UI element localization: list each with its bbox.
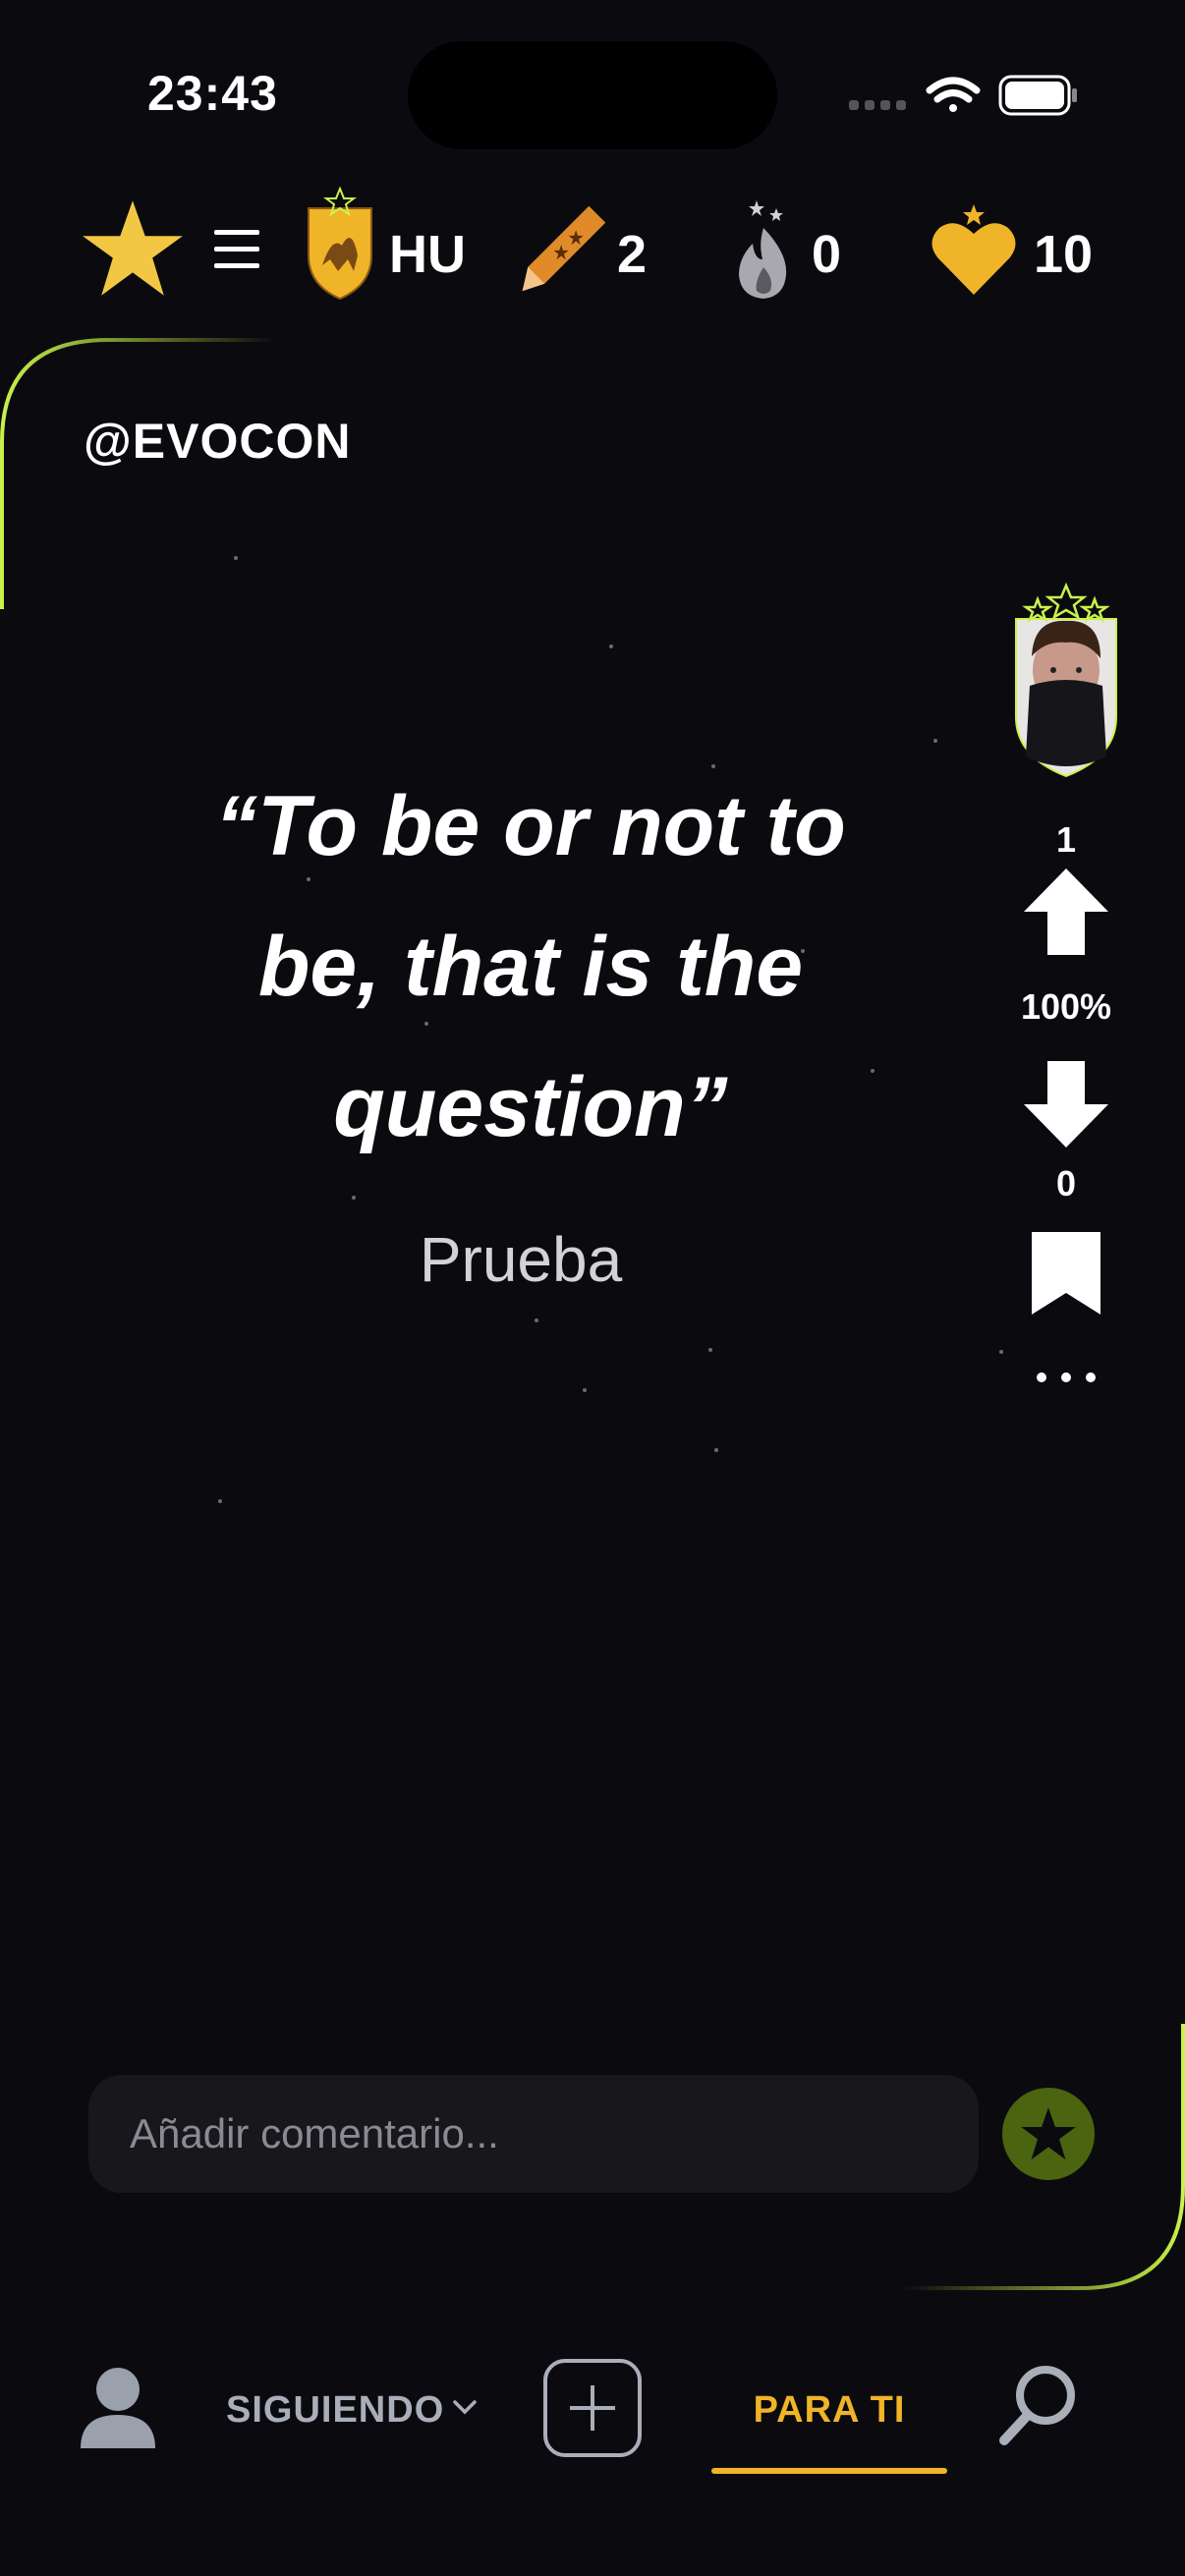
for-you-tab[interactable]: PARA TI	[711, 2389, 947, 2432]
approval-percent: 100%	[1020, 986, 1112, 1027]
profile-icon[interactable]	[79, 2366, 157, 2448]
hearts-count: 10	[1034, 225, 1094, 284]
flame-icon[interactable]	[729, 198, 798, 301]
dynamic-island	[408, 41, 777, 149]
author-handle[interactable]: @EVOCON	[84, 413, 351, 470]
bottom-navigation: SIGUIENDO PARA TI	[0, 2338, 1185, 2576]
post-quote: “To be or not to be, that is the questio…	[215, 779, 846, 1154]
send-star-icon	[1021, 2107, 1076, 2160]
status-icons	[849, 75, 1077, 116]
team-shield-icon[interactable]	[303, 187, 377, 301]
flames-count: 0	[812, 225, 842, 284]
status-time: 23:43	[147, 66, 278, 121]
pencil-icon[interactable]	[517, 202, 609, 295]
post-attribution: Prueba	[419, 1224, 623, 1295]
upvote-count: 1	[1055, 819, 1077, 860]
downvote-count: 0	[1055, 1163, 1077, 1204]
heart-icon[interactable]	[931, 202, 1016, 297]
star-icon[interactable]	[81, 196, 185, 301]
upvote-arrow-icon[interactable]	[1022, 867, 1110, 957]
bookmark-icon[interactable]	[1030, 1230, 1102, 1316]
create-post-icon[interactable]	[542, 2358, 643, 2458]
team-code: HU	[389, 225, 466, 284]
active-tab-indicator	[711, 2468, 947, 2474]
search-icon[interactable]	[998, 2364, 1077, 2446]
following-tab[interactable]: SIGUIENDO	[226, 2389, 444, 2432]
send-comment-button[interactable]	[1002, 2088, 1095, 2180]
cellular-signal-icon	[849, 100, 906, 110]
author-avatar[interactable]	[1004, 580, 1128, 782]
downvote-arrow-icon[interactable]	[1022, 1059, 1110, 1149]
chevron-down-icon[interactable]	[452, 2397, 478, 2417]
wifi-icon	[926, 77, 981, 112]
battery-icon	[998, 75, 1077, 116]
comment-input[interactable]: Añadir comentario...	[88, 2075, 979, 2193]
pencils-count: 2	[617, 225, 648, 284]
menu-icon[interactable]	[212, 228, 261, 271]
top-stats-bar: HU 2 0 10	[0, 187, 1185, 324]
more-icon[interactable]	[1034, 1370, 1099, 1385]
